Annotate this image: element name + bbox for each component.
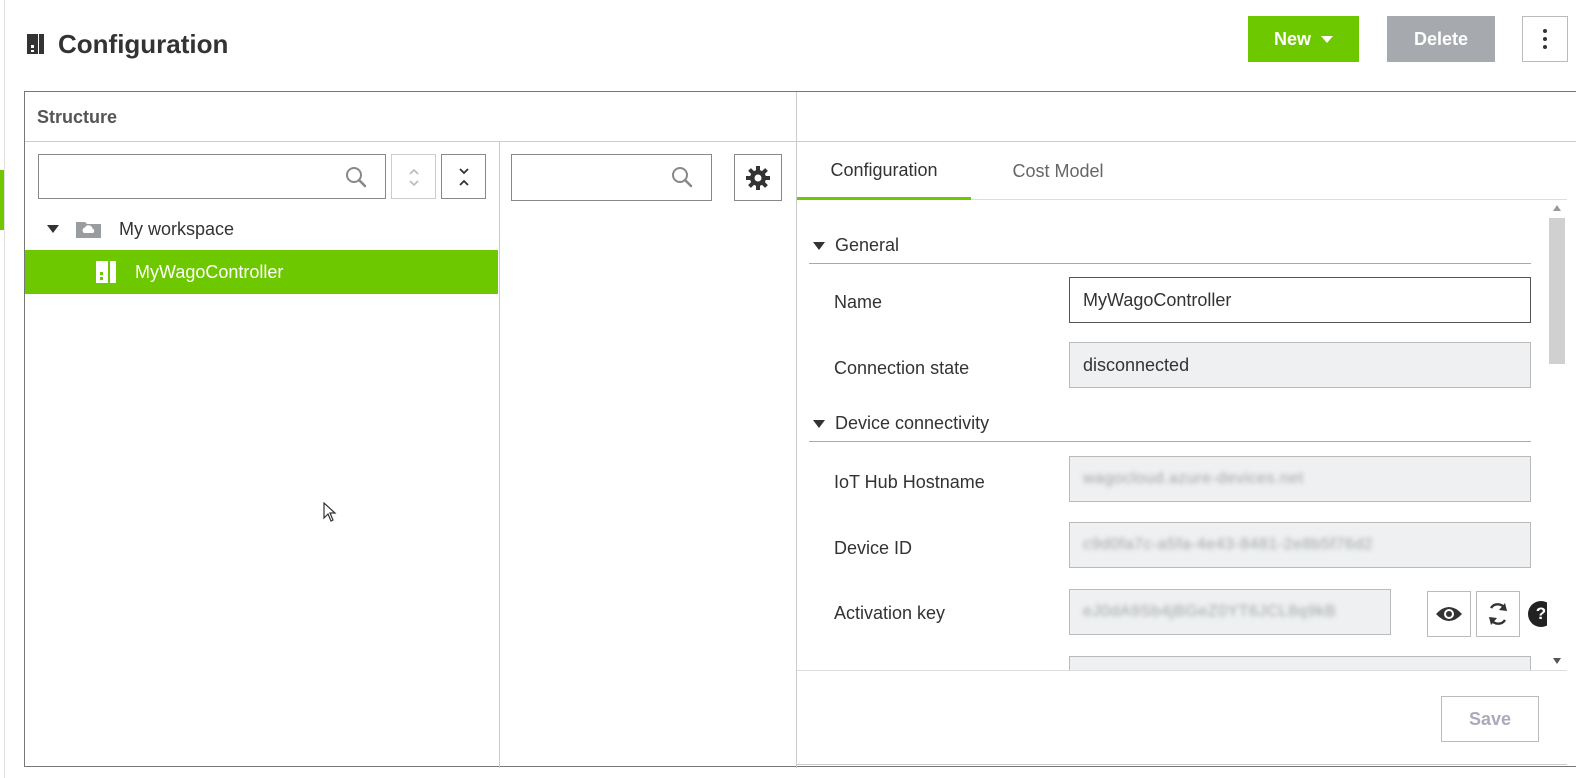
help-icon[interactable]: ? xyxy=(1528,601,1547,627)
tab-configuration[interactable]: Configuration xyxy=(797,143,971,200)
tree-item-label: My workspace xyxy=(119,218,235,239)
caret-down-icon xyxy=(1321,35,1333,43)
collapse-section-icon xyxy=(813,241,825,250)
new-button[interactable]: New xyxy=(1248,16,1359,62)
device-id-field: c9d0fa7c-a5fa-4e43-8481-2e8b5f76d2 xyxy=(1069,522,1531,568)
sort-icon xyxy=(409,168,419,187)
name-field[interactable]: MyWagoController xyxy=(1069,277,1531,323)
divider xyxy=(797,764,1567,765)
refresh-icon xyxy=(1489,603,1507,625)
next-field xyxy=(1069,656,1531,670)
left-edge-accent xyxy=(0,170,4,230)
regenerate-key-button[interactable] xyxy=(1476,591,1520,637)
search-icon xyxy=(672,167,693,188)
structure-title: Structure xyxy=(37,107,118,127)
delete-button[interactable]: Delete xyxy=(1387,16,1495,62)
iot-hub-hostname-label: IoT Hub Hostname xyxy=(834,472,985,492)
mouse-cursor-icon xyxy=(323,502,337,522)
tree-item-controller[interactable]: MyWagoController xyxy=(25,250,498,294)
section-general[interactable]: General xyxy=(809,228,1531,264)
device-icon xyxy=(96,261,116,283)
tab-cost-model[interactable]: Cost Model xyxy=(971,143,1145,200)
sort-button[interactable] xyxy=(391,154,436,199)
save-button[interactable]: Save xyxy=(1441,696,1539,742)
page-title: Configuration xyxy=(58,28,229,59)
configuration-pane: General Name MyWagoController Connection… xyxy=(797,200,1547,670)
folder-cloud-icon xyxy=(76,222,101,238)
more-vertical-icon[interactable] xyxy=(1522,16,1568,62)
left-edge xyxy=(0,0,5,778)
properties-search-input[interactable] xyxy=(511,154,712,201)
collapse-icon xyxy=(459,168,469,186)
collapse-section-icon xyxy=(813,419,825,428)
show-key-button[interactable] xyxy=(1427,591,1471,637)
tab-bar: Configuration Cost Model xyxy=(797,143,1567,200)
section-device-connectivity[interactable]: Device connectivity xyxy=(809,406,1531,442)
page-header: Configuration xyxy=(26,22,228,66)
scroll-up-icon[interactable] xyxy=(1553,205,1561,211)
scroll-down-icon[interactable] xyxy=(1553,658,1561,664)
settings-button[interactable] xyxy=(734,154,782,201)
activation-key-label: Activation key xyxy=(834,603,946,623)
device-icon xyxy=(27,34,44,54)
gear-icon xyxy=(746,165,770,190)
section-title: Device connectivity xyxy=(835,413,990,433)
collapse-all-button[interactable] xyxy=(441,154,486,199)
iot-hub-hostname-field: wagocloud.azure-devices.net xyxy=(1069,456,1531,502)
section-title: General xyxy=(835,235,900,255)
structure-search-input[interactable] xyxy=(38,154,386,199)
tree-item-workspace[interactable]: My workspace xyxy=(25,207,498,251)
name-label: Name xyxy=(834,292,883,312)
activation-key-field: eJ0dA9Sb4jBGeZ0YT6JCL8q9kB xyxy=(1069,589,1391,635)
expand-toggle-icon[interactable] xyxy=(47,225,59,233)
new-button-label: New xyxy=(1273,28,1311,49)
divider xyxy=(797,670,1567,671)
tree-item-label: MyWagoController xyxy=(135,261,284,282)
device-id-label: Device ID xyxy=(834,538,913,558)
main-frame: Structure My workspace MyWagoController … xyxy=(24,91,1576,768)
scrollbar[interactable] xyxy=(1547,200,1567,670)
connection-state-field: disconnected xyxy=(1069,342,1531,388)
scroll-thumb[interactable] xyxy=(1549,218,1565,364)
divider xyxy=(499,142,500,768)
eye-icon xyxy=(1436,607,1462,621)
connection-state-label: Connection state xyxy=(834,358,970,378)
structure-header: Structure xyxy=(25,92,1576,142)
search-icon xyxy=(346,167,367,188)
